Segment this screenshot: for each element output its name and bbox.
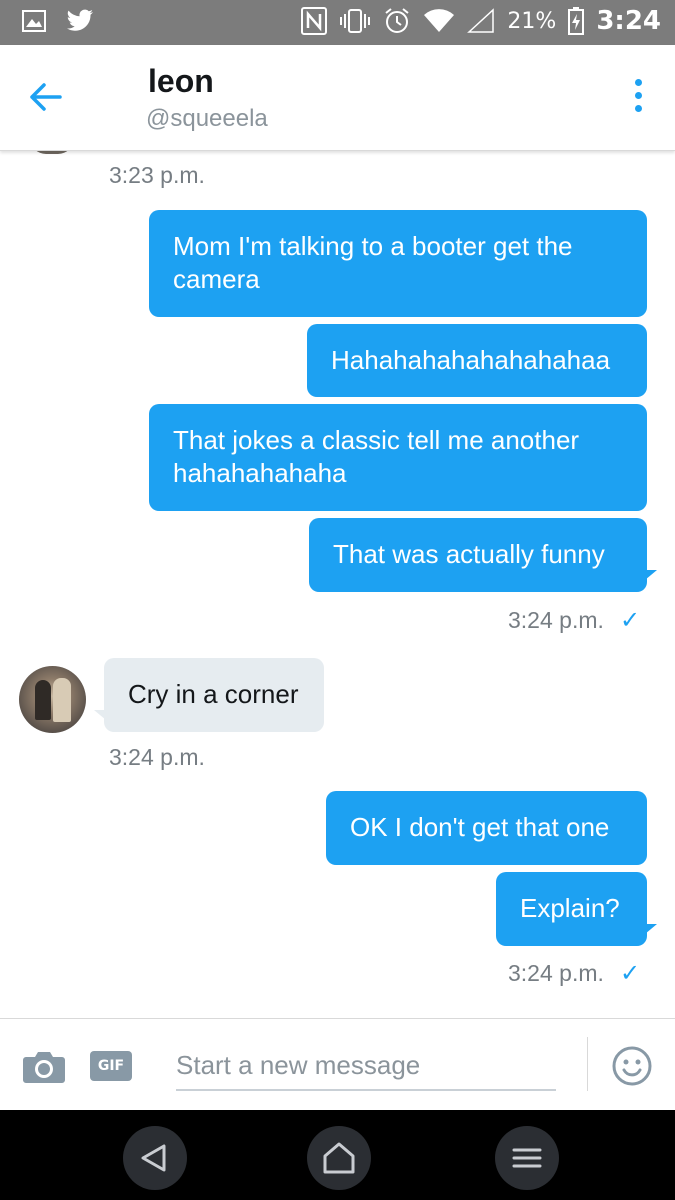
- bubble-tail: [645, 570, 657, 580]
- battery-charging-icon: [568, 7, 585, 35]
- triangle-back-icon: [141, 1144, 166, 1172]
- outgoing-message[interactable]: That jokes a classic tell me another hah…: [149, 404, 647, 511]
- read-check-icon: ✓: [620, 959, 641, 987]
- nav-menu-button[interactable]: [495, 1126, 559, 1190]
- message-composer: GIF: [0, 1018, 675, 1111]
- contact-name: leon: [148, 63, 214, 99]
- battery-percent: 21%: [507, 8, 557, 34]
- more-options-button[interactable]: [631, 79, 645, 119]
- incoming-message[interactable]: Cry in a corner: [104, 658, 324, 732]
- status-bar: 21% 3:24: [0, 0, 675, 45]
- more-vertical-icon: [634, 79, 642, 86]
- outgoing-message[interactable]: Mom I'm talking to a booter get the came…: [149, 210, 647, 317]
- nfc-icon: [301, 7, 328, 35]
- status-clock: 3:24: [596, 6, 661, 36]
- wifi-icon: [424, 9, 455, 32]
- message-input[interactable]: [176, 1041, 556, 1091]
- alarm-icon: [385, 8, 410, 33]
- camera-button[interactable]: [22, 1049, 66, 1085]
- conversation-header: leon @squeeela: [0, 45, 675, 151]
- emoji-button[interactable]: [611, 1045, 653, 1087]
- back-arrow-icon: [30, 83, 62, 111]
- message-timestamp: 3:24 p.m.: [109, 744, 205, 770]
- gif-button[interactable]: GIF: [90, 1051, 132, 1081]
- camera-icon: [23, 1052, 65, 1083]
- home-icon: [323, 1142, 355, 1174]
- nav-home-button[interactable]: [307, 1126, 371, 1190]
- outgoing-message[interactable]: Explain?: [496, 872, 647, 946]
- bubble-tail: [645, 924, 657, 934]
- menu-icon: [512, 1148, 542, 1168]
- message-list[interactable]: 3:23 p.m. Mom I'm talking to a booter ge…: [0, 150, 675, 1018]
- read-check-icon: ✓: [620, 606, 641, 634]
- divider: [587, 1037, 588, 1091]
- twitter-icon: [67, 9, 93, 31]
- outgoing-message[interactable]: Hahahahahahahahahaa: [307, 324, 647, 397]
- contact-handle: @squeeela: [146, 105, 268, 132]
- outgoing-message[interactable]: That was actually funny: [309, 518, 647, 592]
- outgoing-message[interactable]: OK I don't get that one: [326, 791, 647, 865]
- emoji-icon: [612, 1046, 652, 1086]
- navigation-bar: [0, 1110, 675, 1200]
- vibrate-icon: [340, 9, 371, 33]
- nav-back-button[interactable]: [123, 1126, 187, 1190]
- message-timestamp: 3:24 p.m.: [508, 607, 604, 633]
- image-icon: [22, 10, 46, 32]
- signal-icon: [467, 8, 495, 33]
- message-timestamp: 3:24 p.m.: [508, 960, 604, 986]
- back-button[interactable]: [24, 77, 68, 117]
- avatar[interactable]: [19, 666, 86, 733]
- message-timestamp: 3:23 p.m.: [109, 162, 205, 188]
